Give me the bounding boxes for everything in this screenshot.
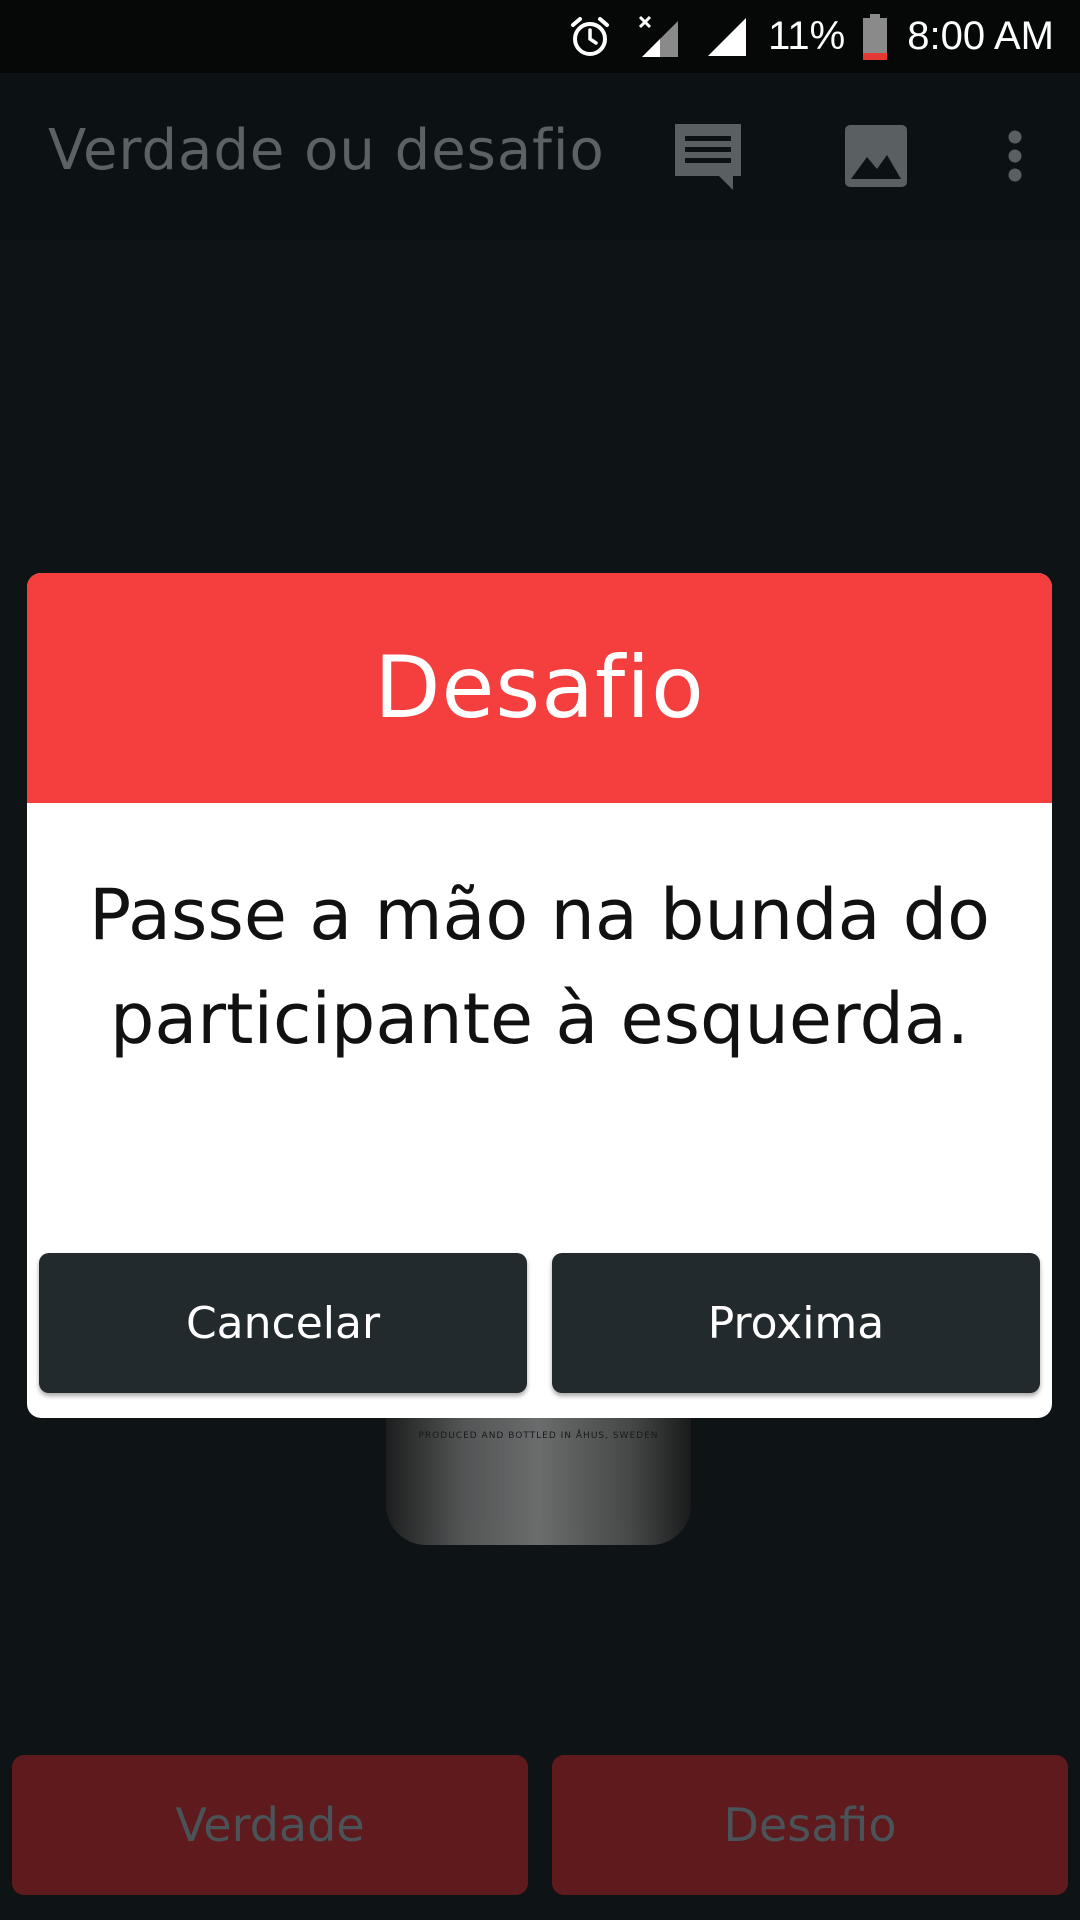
image-button[interactable] — [831, 113, 921, 203]
screen: 11% 8:00 AM Verdade ou desafio PRODUCED … — [0, 0, 1080, 1920]
challenge-dialog: Desafio Passe a mão na bunda do particip… — [27, 573, 1052, 1418]
overflow-menu-button[interactable] — [970, 113, 1060, 203]
bottle-label: PRODUCED AND BOTTLED IN ÅHUS, SWEDEN — [418, 1431, 659, 1441]
battery-low-icon — [863, 13, 888, 60]
clock: 8:00 AM — [907, 14, 1054, 58]
cell-signal-icon — [706, 16, 748, 58]
image-icon — [843, 123, 909, 193]
chat-button[interactable] — [663, 113, 753, 203]
dialog-message: Passe a mão na bunda do participante à e… — [88, 874, 991, 1060]
status-bar: 11% 8:00 AM — [0, 0, 1080, 73]
chat-icon — [671, 120, 745, 196]
dialog-title: Desafio — [374, 638, 705, 738]
desafio-button[interactable]: Desafio — [552, 1755, 1068, 1895]
next-button[interactable]: Proxima — [552, 1253, 1040, 1393]
more-vert-icon — [1007, 129, 1023, 187]
alarm-icon — [568, 15, 612, 59]
app-title: Verdade ou desafio — [48, 118, 605, 183]
battery-percent: 11% — [768, 14, 846, 58]
dialog-header: Desafio — [27, 573, 1052, 803]
verdade-button[interactable]: Verdade — [12, 1755, 528, 1895]
app-bar: Verdade ou desafio — [0, 73, 1080, 241]
cancel-button[interactable]: Cancelar — [39, 1253, 527, 1393]
no-data-signal-icon — [638, 15, 680, 59]
